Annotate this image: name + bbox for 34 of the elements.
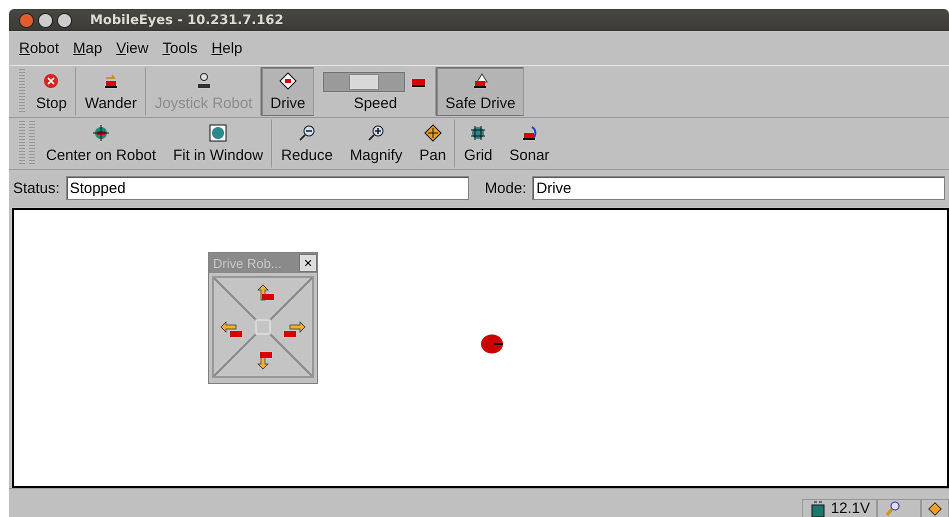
status-field[interactable]: Stopped: [66, 176, 469, 200]
mode-field[interactable]: Drive: [532, 176, 945, 200]
menu-item[interactable]: Tools: [162, 40, 198, 56]
close-button[interactable]: [19, 12, 34, 28]
toolbar-button[interactable]: Drive: [261, 67, 314, 116]
robot-marker-icon: [480, 334, 504, 354]
grid-icon: [469, 124, 488, 142]
maximize-button[interactable]: [57, 12, 72, 28]
menu-item[interactable]: Map: [73, 40, 102, 56]
menu-item[interactable]: Robot: [19, 40, 60, 56]
window-title: MobileEyes - 10.231.7.162: [90, 12, 284, 28]
sonar-robot-icon: [520, 124, 538, 142]
status-label: Status:: [13, 180, 60, 196]
crosshair-robot-icon: [92, 124, 110, 142]
menu-item[interactable]: View: [116, 40, 148, 56]
zoom-out-icon: [298, 124, 316, 142]
map-canvas[interactable]: Drive Rob... ✕: [12, 208, 949, 488]
mode-label: Mode:: [484, 180, 526, 196]
minimize-button[interactable]: [38, 12, 53, 28]
panel-title: Drive Rob...: [213, 256, 282, 270]
direction-pad-drawing[interactable]: [212, 276, 314, 378]
battery-icon: [808, 500, 827, 517]
pan-icon: [928, 500, 942, 517]
magnifier-icon: [884, 500, 902, 517]
zoom-in-icon: [367, 124, 386, 142]
toolbar-button[interactable]: Safe Drive: [436, 67, 524, 116]
stop-icon: [42, 72, 60, 90]
close-button[interactable]: ✕: [299, 254, 317, 272]
voltage-text: 12.1V: [830, 500, 870, 517]
arrows-diamond-icon: [278, 72, 297, 90]
pan-icon: [424, 124, 442, 142]
warning-robot-icon: [471, 72, 490, 90]
globe-frame-icon: [209, 124, 228, 142]
menu-item[interactable]: Help: [212, 40, 242, 56]
